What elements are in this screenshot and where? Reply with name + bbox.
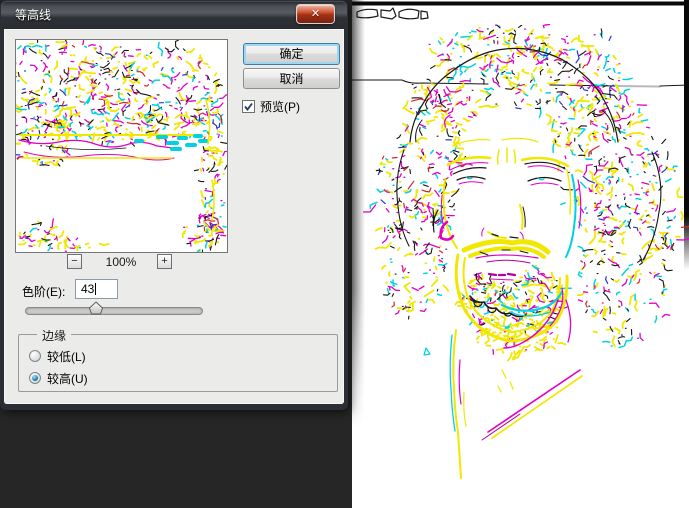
edge-low-label: 较低(L) [47,348,86,365]
cancel-label: 取消 [279,72,303,86]
plus-icon: + [161,255,167,267]
edge-high-radio[interactable]: 较高(U) [29,371,88,385]
preview-contour-pattern [16,40,227,252]
close-button[interactable]: ✕ [296,4,335,24]
zoom-out-button[interactable]: − [67,254,82,269]
edge-group-legend: 边缘 [37,327,71,344]
cancel-button[interactable]: 取消 [243,68,340,89]
close-icon: ✕ [311,8,320,20]
dialog-title: 等高线 [15,1,51,29]
dialog-body: − 100% + 色阶(E): 43 边缘 [4,29,344,404]
zoom-in-button[interactable]: + [157,254,172,269]
slider-thumb-icon [88,301,104,315]
dialog-drop-shadow [352,0,365,445]
photoshop-workspace-background: 等高线 ✕ − 100% + 色阶(E): 43 [0,0,689,508]
radio-icon [29,372,41,384]
ok-label: 确定 [279,47,303,61]
contour-dialog: 等高线 ✕ − 100% + 色阶(E): 43 [0,0,348,410]
document-canvas [352,0,689,508]
zoom-level: 100% [88,255,154,269]
preview-label: 预览(P) [260,98,300,115]
preview-checkbox[interactable]: 预览(P) [242,98,300,115]
ok-button[interactable]: 确定 [243,43,340,65]
checkbox-check-icon [242,100,255,113]
levels-slider-thumb[interactable] [88,301,104,315]
text-caret [95,283,96,295]
minus-icon: − [71,255,77,267]
dialog-titlebar[interactable]: 等高线 ✕ [1,1,347,29]
levels-input[interactable]: 43 [75,279,118,299]
edge-high-label: 较高(U) [47,370,88,387]
edge-groupbox: 边缘 较低(L) 较高(U) [18,334,338,392]
edge-low-radio[interactable]: 较低(L) [29,349,86,363]
radio-icon [29,350,41,362]
filter-preview-thumbnail[interactable] [15,39,228,253]
levels-slider-track[interactable] [25,307,203,315]
levels-value: 43 [81,282,94,296]
levels-label: 色阶(E): [22,283,65,300]
contour-portrait-image [352,0,689,508]
